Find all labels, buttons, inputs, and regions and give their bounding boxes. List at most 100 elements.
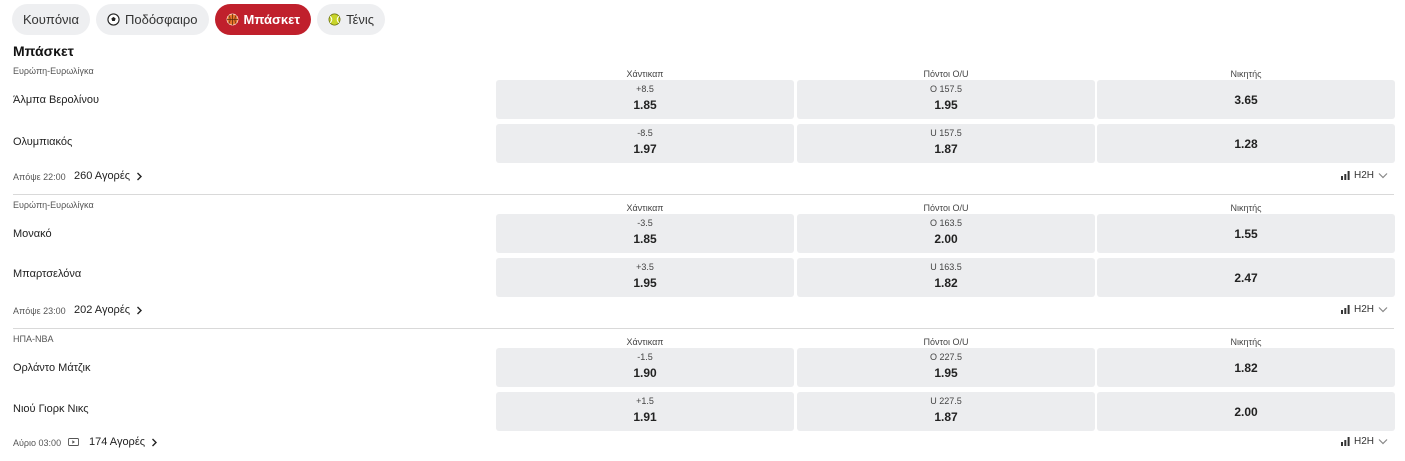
match-time: Αύριο 03:00 xyxy=(13,438,62,448)
odd-winner-away[interactable]: 2.00 xyxy=(1097,392,1395,431)
odd-handicap-home[interactable]: +8.5 1.85 xyxy=(496,80,794,119)
soccer-ball-icon xyxy=(107,13,120,26)
column-header-totals: Πόντοι Ο/U xyxy=(923,69,969,79)
tab-football[interactable]: Ποδόσφαιρο xyxy=(95,4,209,35)
totals-line: O 163.5 xyxy=(929,218,963,228)
odd-winner-home[interactable]: 3.65 xyxy=(1097,80,1395,119)
divider xyxy=(13,194,1394,195)
home-team: Ορλάντο Μάτζικ xyxy=(13,362,91,374)
column-header-totals: Πόντοι Ο/U xyxy=(923,203,969,213)
odd-price: 1.95 xyxy=(633,276,657,290)
home-team: Μονακό xyxy=(13,228,52,240)
odd-totals-over[interactable]: O 227.5 1.95 xyxy=(797,348,1095,387)
odd-winner-home[interactable]: 1.55 xyxy=(1097,214,1395,253)
totals-line: O 227.5 xyxy=(929,352,963,362)
section-title: Μπάσκετ xyxy=(13,43,74,59)
stats-bars-icon xyxy=(1341,171,1350,180)
odd-winner-away[interactable]: 1.28 xyxy=(1097,124,1395,163)
tv-icon xyxy=(68,438,79,446)
odd-price: 2.00 xyxy=(934,232,958,246)
handicap-line: -1.5 xyxy=(637,352,653,362)
tab-basketball[interactable]: Μπάσκετ xyxy=(214,4,312,35)
odd-price: 2.47 xyxy=(1234,271,1258,285)
chevron-down-icon xyxy=(1378,173,1388,179)
h2h-toggle[interactable]: H2H xyxy=(1341,304,1388,315)
odd-handicap-home[interactable]: -3.5 1.85 xyxy=(496,214,794,253)
league-name: ΗΠΑ-NBA xyxy=(13,334,54,344)
odd-price: 1.90 xyxy=(633,366,657,380)
tab-label: Κουπόνια xyxy=(23,12,79,27)
divider xyxy=(13,328,1394,329)
stats-bars-icon xyxy=(1341,437,1350,446)
league-name: Ευρώπη-Ευρωλίγκα xyxy=(13,200,94,210)
markets-link[interactable]: 260 Αγορές xyxy=(74,170,143,182)
h2h-toggle[interactable]: H2H xyxy=(1341,436,1388,447)
markets-count: 174 Αγορές xyxy=(89,436,146,448)
odd-price: 1.87 xyxy=(934,410,958,424)
handicap-line: +3.5 xyxy=(636,262,654,272)
column-header-winner: Νικητής xyxy=(1230,203,1262,213)
h2h-label: H2H xyxy=(1354,436,1375,447)
odd-price: 2.00 xyxy=(1234,405,1258,419)
totals-line: O 157.5 xyxy=(929,84,963,94)
odd-totals-over[interactable]: O 163.5 2.00 xyxy=(797,214,1095,253)
odd-totals-under[interactable]: U 163.5 1.82 xyxy=(797,258,1095,297)
totals-line: U 157.5 xyxy=(930,128,962,138)
odd-winner-away[interactable]: 2.47 xyxy=(1097,258,1395,297)
column-header-handicap: Χάντικαπ xyxy=(626,337,664,347)
chevron-down-icon xyxy=(1378,307,1388,313)
handicap-line: +1.5 xyxy=(636,396,654,406)
totals-line: U 163.5 xyxy=(930,262,962,272)
odd-price: 1.82 xyxy=(934,276,958,290)
tab-label: Μπάσκετ xyxy=(243,12,301,27)
totals-line: U 227.5 xyxy=(930,396,962,406)
odd-price: 1.85 xyxy=(633,232,657,246)
odd-totals-under[interactable]: U 227.5 1.87 xyxy=(797,392,1095,431)
markets-link[interactable]: 202 Αγορές xyxy=(74,304,143,316)
odd-totals-under[interactable]: U 157.5 1.87 xyxy=(797,124,1095,163)
basketball-icon xyxy=(226,13,238,26)
column-header-totals: Πόντοι Ο/U xyxy=(923,337,969,347)
odd-price: 3.65 xyxy=(1234,93,1258,107)
home-team: Άλμπα Βερολίνου xyxy=(13,94,100,106)
markets-count: 202 Αγορές xyxy=(74,304,131,316)
chevron-right-icon xyxy=(137,172,143,180)
odd-price: 1.97 xyxy=(633,142,657,156)
odd-price: 1.85 xyxy=(633,98,657,112)
tab-tennis[interactable]: Τένις xyxy=(317,4,386,35)
odd-price: 1.55 xyxy=(1234,227,1258,241)
odd-price: 1.87 xyxy=(934,142,958,156)
handicap-line: +8.5 xyxy=(636,84,654,94)
handicap-line: -3.5 xyxy=(637,218,653,228)
tab-label: Τένις xyxy=(346,12,375,27)
odd-price: 1.91 xyxy=(633,410,657,424)
tab-label: Ποδόσφαιρο xyxy=(124,12,198,27)
markets-count: 260 Αγορές xyxy=(74,170,131,182)
chevron-right-icon xyxy=(152,438,158,446)
odd-totals-over[interactable]: O 157.5 1.95 xyxy=(797,80,1095,119)
markets-link[interactable]: 174 Αγορές xyxy=(89,436,158,448)
odd-price: 1.95 xyxy=(934,366,958,380)
tennis-ball-icon xyxy=(328,13,341,26)
odd-handicap-away[interactable]: +3.5 1.95 xyxy=(496,258,794,297)
odd-winner-home[interactable]: 1.82 xyxy=(1097,348,1395,387)
league-name: Ευρώπη-Ευρωλίγκα xyxy=(13,66,94,76)
h2h-label: H2H xyxy=(1354,170,1375,181)
column-header-handicap: Χάντικαπ xyxy=(626,69,664,79)
column-header-winner: Νικητής xyxy=(1230,69,1262,79)
h2h-toggle[interactable]: H2H xyxy=(1341,170,1388,181)
match-time: Απόψε 22:00 xyxy=(13,172,66,182)
column-header-winner: Νικητής xyxy=(1230,337,1262,347)
chevron-right-icon xyxy=(137,306,143,314)
odd-handicap-away[interactable]: -8.5 1.97 xyxy=(496,124,794,163)
odd-handicap-away[interactable]: +1.5 1.91 xyxy=(496,392,794,431)
odd-price: 1.95 xyxy=(934,98,958,112)
away-team: Ολυμπιακός xyxy=(13,136,73,148)
odd-price: 1.28 xyxy=(1234,137,1258,151)
odd-handicap-home[interactable]: -1.5 1.90 xyxy=(496,348,794,387)
away-team: Μπαρτσελόνα xyxy=(13,268,82,280)
sport-tabs: Κουπόνια Ποδόσφαιρο Μπάσκετ Τένις xyxy=(12,4,386,35)
handicap-line: -8.5 xyxy=(637,128,653,138)
column-header-handicap: Χάντικαπ xyxy=(626,203,664,213)
tab-coupons[interactable]: Κουπόνια xyxy=(12,4,90,35)
